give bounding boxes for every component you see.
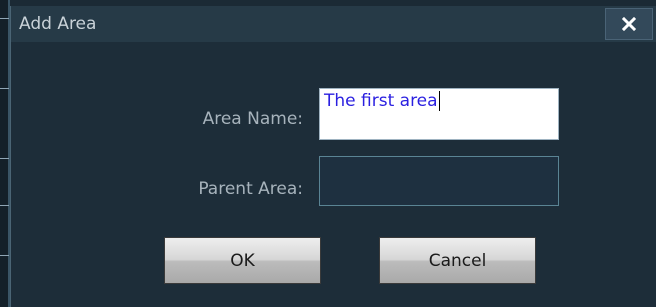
background-app-tick	[0, 18, 9, 19]
background-app-tick	[0, 88, 9, 89]
dialog-title: Add Area	[19, 14, 97, 34]
background-app-tick	[0, 255, 9, 256]
background-app-tick	[0, 205, 9, 206]
text-caret	[438, 91, 440, 111]
close-button[interactable]	[605, 8, 653, 40]
area-name-value: The first area	[324, 91, 438, 111]
background-app-edge	[0, 0, 10, 307]
cancel-button[interactable]: Cancel	[379, 237, 536, 284]
ok-button[interactable]: OK	[164, 237, 321, 284]
area-name-input[interactable]: The first area	[319, 88, 559, 140]
dialog-titlebar[interactable]: Add Area	[11, 6, 656, 42]
add-area-dialog: Add Area Area Name: The first area Paren…	[10, 6, 656, 307]
area-name-label: Area Name:	[202, 109, 303, 129]
parent-area-label: Parent Area:	[198, 179, 303, 199]
screen: Add Area Area Name: The first area Paren…	[0, 0, 656, 307]
dialog-body: Area Name: The first area Parent Area: O…	[11, 42, 656, 307]
parent-area-input[interactable]	[319, 156, 559, 206]
background-app-tick	[0, 158, 9, 159]
close-x-icon	[622, 17, 636, 31]
ok-button-label: OK	[230, 250, 255, 271]
cancel-button-label: Cancel	[428, 250, 487, 271]
